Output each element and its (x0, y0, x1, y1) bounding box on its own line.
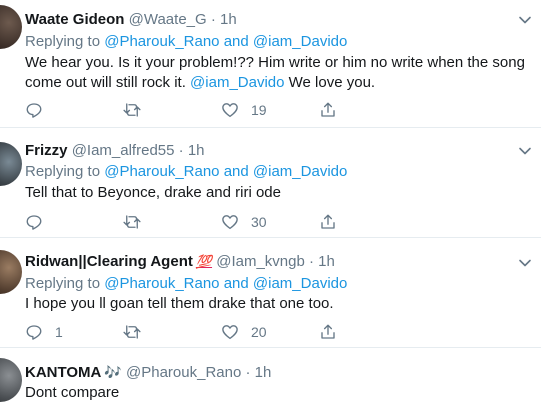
heart-icon (222, 103, 238, 118)
separator-dot: · (309, 253, 314, 270)
retweet-button[interactable] (123, 322, 153, 342)
tweet-text: Dont compare (25, 384, 120, 401)
reply-count: 1 (55, 324, 63, 340)
user-name[interactable]: Frizzy (25, 142, 68, 159)
more-options-button[interactable] (518, 256, 532, 270)
share-button[interactable] (319, 322, 337, 342)
user-handle[interactable]: @Iam_kvngb (216, 253, 305, 270)
tweet-text-part: We love you. (284, 74, 376, 91)
avatar[interactable] (0, 142, 22, 186)
mention-link[interactable]: @iam_Davido (253, 163, 347, 180)
tweet[interactable]: Waate Gideon @Waate_G · 1h Replying to @… (0, 0, 541, 124)
tweet-actions: 19 (25, 100, 345, 120)
tweet[interactable]: KANTOMA 🎶 @Pharouk_Rano · 1h Dont compare (0, 348, 541, 414)
reply-button[interactable]: 1 (25, 322, 63, 342)
retweet-icon (123, 215, 141, 229)
reply-icon (26, 103, 42, 118)
tweet-text-line: come out will still rock it. @iam_Davido… (25, 73, 535, 93)
replying-to: Replying to @Pharouk_Rano and @iam_David… (25, 32, 347, 52)
separator-dot: · (245, 364, 251, 381)
tweet-text: I hope you ll goan tell them drake that … (25, 295, 334, 312)
tweet-actions: 1 20 (25, 322, 345, 342)
chevron-down-icon (519, 147, 531, 155)
mention-link[interactable]: @Pharouk_Rano (104, 275, 219, 292)
reply-button[interactable] (25, 212, 55, 232)
tweet-header: Ridwan||Clearing Agent 💯 @Iam_kvngb · 1h (25, 252, 335, 272)
timestamp[interactable]: 1h (255, 364, 272, 381)
avatar[interactable] (0, 250, 22, 294)
tweet-text-line: We hear you. Is it your problem!?? Him w… (25, 54, 525, 71)
musical-notes-emoji: 🎶 (104, 364, 122, 380)
user-name[interactable]: KANTOMA (25, 364, 101, 381)
mention-link[interactable]: @iam_Davido (190, 74, 284, 91)
like-count: 20 (251, 324, 267, 340)
share-icon (321, 324, 335, 339)
separator-dot: · (178, 142, 184, 159)
like-count: 30 (251, 214, 267, 230)
like-button[interactable]: 20 (221, 322, 267, 342)
mention-link[interactable]: @Pharouk_Rano (104, 163, 219, 180)
share-button[interactable] (319, 100, 337, 120)
timestamp[interactable]: 1h (188, 142, 205, 159)
share-button[interactable] (319, 212, 337, 232)
separator-dot: · (210, 11, 216, 28)
retweet-icon (123, 325, 141, 339)
share-icon (321, 102, 335, 117)
replying-to-and: and (219, 275, 253, 292)
replying-to: Replying to @Pharouk_Rano and @iam_David… (25, 162, 347, 182)
reply-button[interactable] (25, 100, 55, 120)
retweet-button[interactable] (123, 212, 153, 232)
tweet-header: KANTOMA 🎶 @Pharouk_Rano · 1h (25, 362, 271, 383)
tweet-actions: 30 (25, 212, 345, 232)
retweet-icon (123, 103, 141, 117)
avatar[interactable] (0, 5, 22, 49)
tweet[interactable]: Frizzy @Iam_alfred55 · 1h Replying to @P… (0, 128, 541, 236)
tweet-text: Tell that to Beyonce, drake and riri ode (25, 184, 281, 201)
replying-to-label: Replying to (25, 163, 105, 180)
replying-to-and: and (219, 33, 253, 50)
replying-to-and: and (219, 163, 253, 180)
user-handle[interactable]: @Iam_alfred55 (72, 142, 175, 159)
heart-icon (222, 215, 238, 230)
chevron-down-icon (519, 16, 531, 24)
heart-icon (222, 325, 238, 340)
tweet-text-part: come out will still rock it. (25, 74, 191, 91)
like-count: 19 (251, 102, 267, 118)
replying-to-label: Replying to (25, 275, 105, 292)
tweet-header: Waate Gideon @Waate_G · 1h (25, 10, 237, 30)
tweet-text: We hear you. Is it your problem!?? Him w… (25, 53, 535, 93)
reply-icon (26, 215, 42, 230)
like-button[interactable]: 30 (221, 212, 267, 232)
like-button[interactable]: 19 (221, 100, 267, 120)
retweet-button[interactable] (123, 100, 153, 120)
mention-link[interactable]: @iam_Davido (253, 275, 347, 292)
user-handle[interactable]: @Pharouk_Rano (126, 364, 241, 381)
tweet[interactable]: Ridwan||Clearing Agent 💯 @Iam_kvngb · 1h … (0, 238, 541, 346)
avatar[interactable] (0, 358, 22, 402)
more-options-button[interactable] (518, 144, 532, 158)
mention-link[interactable]: @iam_Davido (253, 33, 347, 50)
chevron-down-icon (519, 259, 531, 267)
share-icon (321, 214, 335, 229)
reply-icon (26, 325, 42, 340)
hundred-points-emoji: 💯 (195, 254, 213, 269)
more-options-button[interactable] (518, 13, 532, 27)
timestamp[interactable]: 1h (220, 11, 237, 28)
user-name[interactable]: Waate Gideon (25, 11, 124, 28)
timestamp[interactable]: 1h (318, 253, 335, 270)
mention-link[interactable]: @Pharouk_Rano (104, 33, 219, 50)
user-name[interactable]: Ridwan||Clearing Agent (25, 253, 193, 270)
replying-to-label: Replying to (25, 33, 105, 50)
tweet-header: Frizzy @Iam_alfred55 · 1h (25, 141, 205, 161)
replying-to: Replying to @Pharouk_Rano and @iam_David… (25, 274, 347, 294)
user-handle[interactable]: @Waate_G (129, 11, 207, 28)
